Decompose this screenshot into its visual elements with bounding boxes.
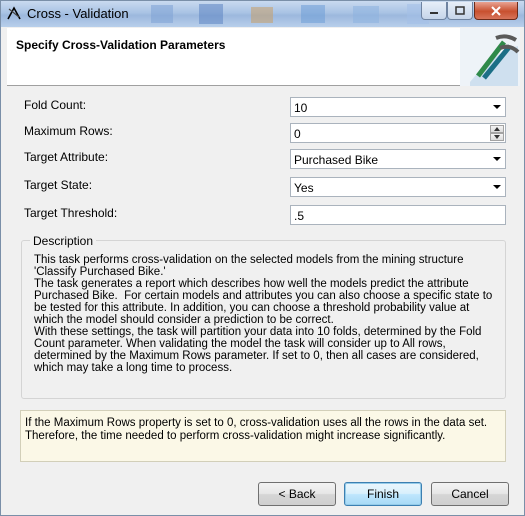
close-button[interactable]	[474, 2, 518, 20]
finish-button[interactable]: Finish	[344, 482, 422, 506]
chevron-down-icon[interactable]	[493, 157, 501, 161]
chevron-down-icon	[494, 135, 500, 139]
fold-count-value: 10	[294, 101, 308, 115]
minimize-button[interactable]	[421, 2, 447, 20]
target-threshold-input[interactable]: .5	[290, 205, 506, 225]
chevron-down-icon[interactable]	[493, 105, 501, 109]
target-attribute-label: Target Attribute:	[24, 150, 109, 164]
maximum-rows-value: 0	[294, 127, 301, 141]
page-title: Specify Cross-Validation Parameters	[16, 38, 226, 52]
spin-up-button[interactable]	[490, 125, 504, 133]
target-threshold-value: .5	[294, 209, 305, 223]
spin-down-button[interactable]	[490, 133, 504, 141]
description-text: This task performs cross-validation on t…	[34, 254, 493, 374]
warning-message: If the Maximum Rows property is set to 0…	[20, 410, 506, 462]
fold-count-label: Fold Count:	[24, 98, 87, 112]
target-attribute-dropdown[interactable]: Purchased Bike	[290, 149, 506, 169]
cross-validation-app-icon	[7, 6, 21, 20]
target-threshold-label: Target Threshold:	[24, 206, 118, 220]
window-title: Cross - Validation	[27, 6, 129, 21]
wizard-header: Specify Cross-Validation Parameters	[7, 28, 520, 86]
cancel-button[interactable]: Cancel	[431, 482, 509, 506]
dialog-window: Cross - Validation Specify Cross-Validat…	[0, 0, 525, 516]
maximize-icon	[455, 6, 465, 15]
target-state-label: Target State:	[24, 178, 93, 192]
fold-count-dropdown[interactable]: 10	[290, 97, 506, 117]
maximum-rows-label: Maximum Rows:	[24, 124, 113, 138]
maximum-rows-stepper[interactable]: 0	[290, 123, 506, 143]
chevron-up-icon	[494, 127, 500, 131]
minimize-icon	[430, 11, 438, 14]
title-bar: Cross - Validation	[1, 1, 524, 27]
spin-buttons	[490, 125, 504, 141]
back-button[interactable]: < Back	[258, 482, 336, 506]
target-attribute-value: Purchased Bike	[294, 153, 379, 167]
close-icon	[491, 5, 501, 16]
description-legend: Description	[30, 234, 97, 248]
mining-wizard-logo-icon	[460, 28, 520, 86]
chevron-down-icon[interactable]	[493, 185, 501, 189]
target-state-dropdown[interactable]: Yes	[290, 177, 506, 197]
target-state-value: Yes	[294, 181, 314, 195]
maximize-button[interactable]	[447, 2, 473, 20]
